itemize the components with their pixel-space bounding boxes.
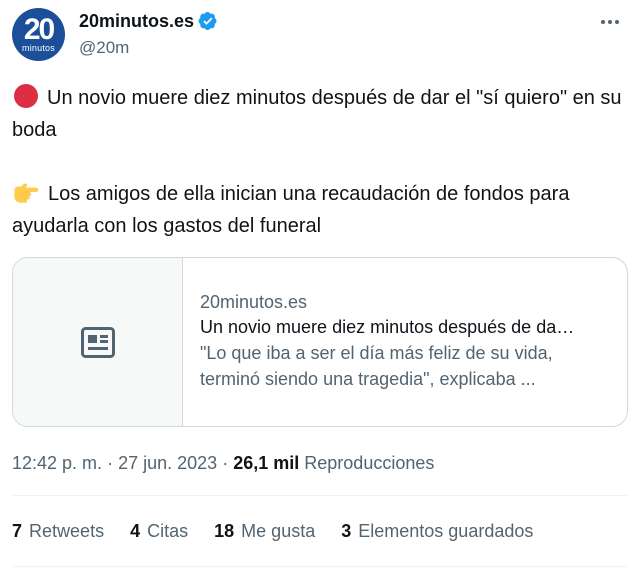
more-dot: [608, 20, 612, 24]
card-body: 20minutos.es Un novio muere diez minutos…: [200, 290, 612, 392]
tweet-paragraph: Los amigos de ella inician una recaudaci…: [12, 178, 627, 242]
more-dot: [601, 20, 605, 24]
meta-separator: ·: [107, 453, 114, 473]
tweet-meta: 12:42 p. m. · 27 jun. 2023 · 26,1 mil Re…: [12, 451, 434, 475]
tweet-paragraph-text: Los amigos de ella inician una recaudaci…: [12, 183, 570, 237]
tweet-paragraph-text: Un novio muere diez minutos después de d…: [12, 87, 622, 141]
stat-count: 4: [130, 521, 141, 541]
newspaper-icon: [80, 326, 115, 358]
card-title: Un novio muere diez minutos después de d…: [200, 317, 575, 337]
card-description: "Lo que iba a ser el día más feliz de su…: [200, 343, 553, 389]
divider: [12, 495, 627, 496]
stat-count: 3: [341, 521, 352, 541]
verified-badge-icon: [198, 12, 217, 30]
meta-separator: ·: [222, 453, 229, 473]
stat-label: Me gusta: [241, 521, 316, 541]
stat-retweets[interactable]: 7 Retweets: [12, 519, 104, 543]
author-names: 20minutos.es @20m: [79, 10, 218, 59]
avatar[interactable]: 20 minutos: [12, 8, 65, 61]
views-label: Reproducciones: [304, 453, 435, 473]
display-name-row: 20minutos.es: [79, 10, 218, 32]
card-thumbnail: [13, 258, 183, 426]
tweet-time[interactable]: 12:42 p. m.: [12, 453, 102, 473]
tweet-paragraph: Un novio muere diez minutos después de d…: [12, 82, 627, 146]
more-dot: [615, 20, 619, 24]
stat-likes[interactable]: 18 Me gusta: [214, 519, 315, 543]
tweet-date[interactable]: 27 jun. 2023: [118, 453, 217, 473]
stat-bookmarks[interactable]: 3 Elementos guardados: [341, 519, 533, 543]
link-preview-card[interactable]: 20minutos.es Un novio muere diez minutos…: [12, 257, 628, 427]
avatar-word: minutos: [22, 43, 55, 53]
views-count: 26,1 mil: [233, 453, 300, 473]
engagement-stats: 7 Retweets 4 Citas 18 Me gusta 3 Element…: [12, 519, 559, 543]
pointing-right-hand-emoji: [14, 183, 39, 203]
divider: [12, 566, 627, 567]
display-name[interactable]: 20minutos.es: [79, 10, 194, 32]
avatar-number: 20: [23, 13, 55, 46]
more-options-icon[interactable]: [597, 12, 623, 32]
stat-label: Retweets: [29, 521, 105, 541]
handle[interactable]: @20m: [79, 37, 218, 59]
red-circle-emoji: [14, 84, 38, 108]
tweet-header: 20 minutos 20minutos.es @20m: [12, 8, 627, 62]
stat-label: Citas: [147, 521, 189, 541]
stat-count: 7: [12, 521, 23, 541]
stat-quotes[interactable]: 4 Citas: [130, 519, 188, 543]
stat-label: Elementos guardados: [358, 521, 534, 541]
card-domain: 20minutos.es: [200, 292, 308, 312]
tweet-text: Un novio muere diez minutos después de d…: [12, 82, 627, 242]
stat-count: 18: [214, 521, 235, 541]
